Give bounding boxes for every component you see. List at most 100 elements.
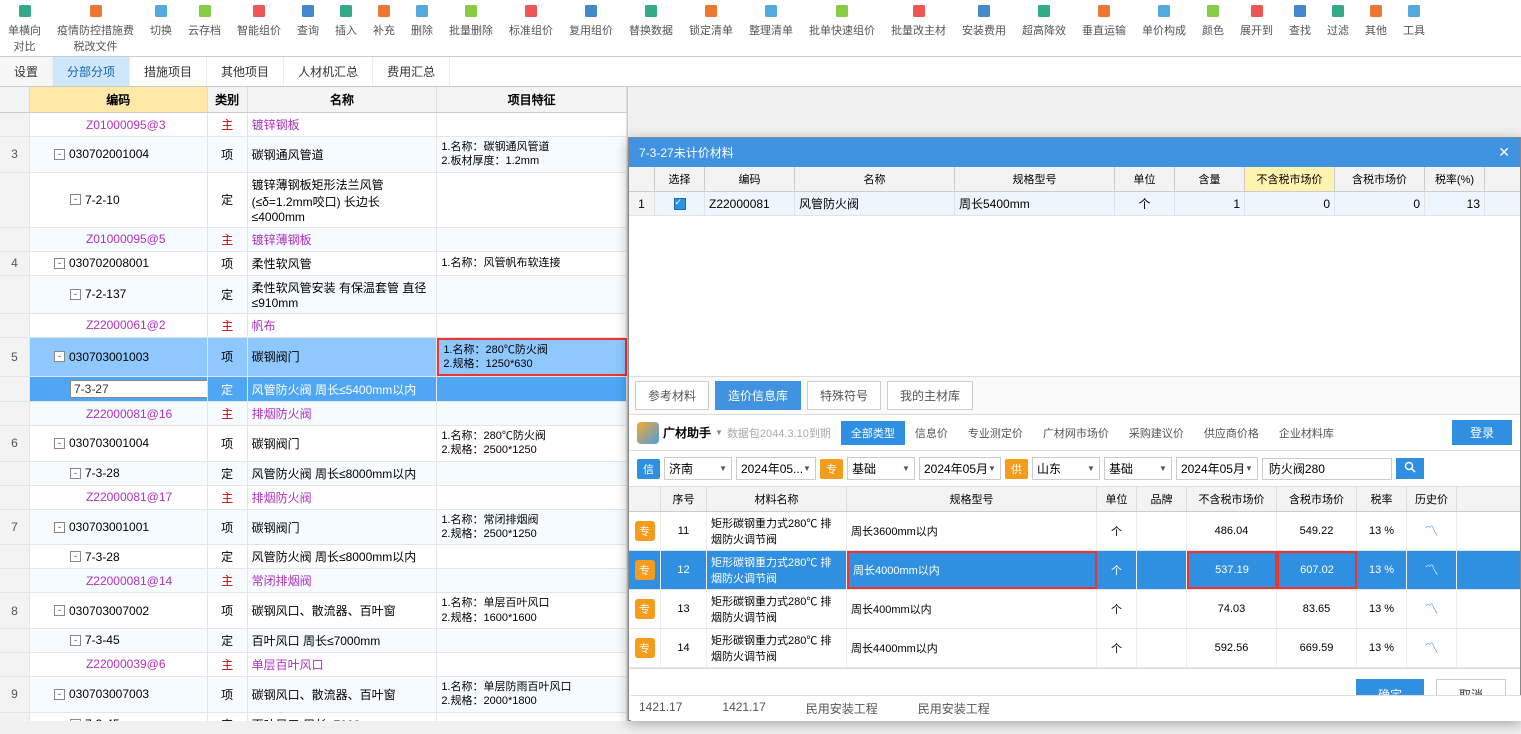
dh-code[interactable]: 编码 [705,167,795,191]
subtab-0[interactable]: 参考材料 [635,381,709,410]
expander-icon[interactable]: - [70,719,81,721]
table-row[interactable]: 8-030703007002项碳钢风口、散流器、百叶窗1.名称：单层百叶风口 2… [0,593,627,629]
helper-tab-5[interactable]: 供应商价格 [1194,421,1269,445]
expander-icon[interactable]: - [70,635,81,646]
table-row[interactable]: -7-3-45定百叶风口 周长≤7000mm [0,629,627,653]
table-row[interactable]: ⋯定风管防火阀 周长≤5400mm以内 [0,377,627,402]
table-row[interactable]: 9-030703007003项碳钢风口、散流器、百叶窗1.名称：单层防雨百叶风口… [0,677,627,713]
city-select[interactable]: 济南▼ [664,457,732,480]
dr-name[interactable]: 风管防火阀 [795,192,955,215]
ribbon-23[interactable]: 查找 [1281,2,1319,54]
search-button[interactable] [1396,458,1424,479]
date3-select[interactable]: 2024年05月▼ [1176,457,1258,480]
dh-qty[interactable]: 含量 [1175,167,1245,191]
date2-select[interactable]: 2024年05月▼ [919,457,1001,480]
ribbon-2[interactable]: 切换 [142,2,180,54]
close-icon[interactable]: ✕ [1498,144,1510,161]
date1-select[interactable]: 2024年05...▼ [736,457,816,480]
table-row[interactable]: Z22000081@14主常闭排烟阀 [0,569,627,593]
expander-icon[interactable]: - [70,551,81,562]
subtab-3[interactable]: 我的主材库 [887,381,973,410]
dh-p2[interactable]: 含税市场价 [1335,167,1425,191]
history-icon[interactable]: 〽 [1407,512,1457,550]
price-row[interactable]: 专14矩形碳钢重力式280℃ 排烟防火调节阀周长4400mm以内个592.566… [629,629,1520,668]
table-row[interactable]: -7-2-137定柔性软风管安装 有保温套管 直径≤910mm [0,276,627,314]
tab-2[interactable]: 其他项目 [207,57,284,86]
ribbon-1[interactable]: 疫情防控措施费税改文件 [49,2,142,54]
dr-check[interactable] [655,192,705,215]
ribbon-21[interactable]: 颜色 [1194,2,1232,54]
ph-brand[interactable]: 品牌 [1137,487,1187,511]
price-row[interactable]: 专11矩形碳钢重力式280℃ 排烟防火调节阀周长3600mm以内个486.045… [629,512,1520,551]
ribbon-8[interactable]: 删除 [403,2,441,54]
dr-tax[interactable]: 13 [1425,192,1485,215]
history-icon[interactable]: 〽 [1407,629,1457,667]
table-row[interactable]: -7-3-45定百叶风口 周长≤7000mm [0,713,627,721]
login-button[interactable]: 登录 [1452,420,1512,445]
subtab-2[interactable]: 特殊符号 [807,381,881,410]
table-row[interactable]: Z22000081@16主排烟防火阀 [0,402,627,426]
col-type[interactable]: 类别 [208,87,248,112]
base2-select[interactable]: 基础▼ [847,457,915,480]
base3-select[interactable]: 基础▼ [1104,457,1172,480]
expander-icon[interactable]: - [54,351,65,362]
table-row[interactable]: Z22000039@6主单层百叶风口 [0,653,627,677]
helper-tab-1[interactable]: 信息价 [905,421,958,445]
ph-spec[interactable]: 规格型号 [847,487,1097,511]
ribbon-3[interactable]: 云存档 [180,2,229,54]
ph-name[interactable]: 材料名称 [707,487,847,511]
expander-icon[interactable]: - [70,289,81,300]
ribbon-13[interactable]: 锁定清单 [681,2,741,54]
ribbon-0[interactable]: 单横向对比 [0,2,49,54]
ribbon-17[interactable]: 安装费用 [954,2,1014,54]
ribbon-6[interactable]: 插入 [327,2,365,54]
tab-0[interactable]: 分部分项 [53,57,130,86]
helper-tab-2[interactable]: 专业测定价 [958,421,1033,445]
helper-tab-6[interactable]: 企业材料库 [1269,421,1344,445]
expander-icon[interactable]: - [70,468,81,479]
ribbon-26[interactable]: 工具 [1395,2,1433,54]
ph-p2[interactable]: 含税市场价 [1277,487,1357,511]
ph-idx[interactable]: 序号 [661,487,707,511]
ribbon-22[interactable]: 展开到 [1232,2,1281,54]
table-row[interactable]: 4-030702008001项柔性软风管1.名称：风管帆布软连接 [0,252,627,276]
ribbon-9[interactable]: 批量删除 [441,2,501,54]
dh-name[interactable]: 名称 [795,167,955,191]
history-icon[interactable]: 〽 [1407,590,1457,628]
ribbon-5[interactable]: 查询 [289,2,327,54]
expander-icon[interactable]: - [54,438,65,449]
table-row[interactable]: -7-3-28定风管防火阀 周长≤8000mm以内 [0,545,627,569]
tab-1[interactable]: 措施项目 [130,57,207,86]
expander-icon[interactable]: - [54,258,65,269]
dr-p2[interactable]: 0 [1335,192,1425,215]
table-row[interactable]: 6-030703001004项碳钢阀门1.名称：280℃防火阀 2.规格：250… [0,426,627,462]
subtab-1[interactable]: 造价信息库 [715,381,801,410]
helper-tab-0[interactable]: 全部类型 [841,421,905,445]
table-row[interactable]: 3-030702001004项碳钢通风管道1.名称：碳钢通风管道 2.板材厚度：… [0,137,627,173]
ribbon-14[interactable]: 整理清单 [741,2,801,54]
dh-p1[interactable]: 不含税市场价 [1245,167,1335,191]
tab-3[interactable]: 人材机汇总 [284,57,373,86]
expander-icon[interactable]: - [54,149,65,160]
expander-icon[interactable]: - [54,605,65,616]
col-name[interactable]: 名称 [248,87,438,112]
ribbon-19[interactable]: 垂直运输 [1074,2,1134,54]
table-row[interactable]: Z22000081@17主排烟防火阀 [0,486,627,510]
ribbon-11[interactable]: 复用组价 [561,2,621,54]
col-code[interactable]: 编码 [30,87,208,112]
dr-spec[interactable]: 周长5400mm [955,192,1115,215]
tab-4[interactable]: 费用汇总 [373,57,450,86]
dh-select[interactable]: 选择 [655,167,705,191]
history-icon[interactable]: 〽 [1407,551,1457,589]
col-feat[interactable]: 项目特征 [437,87,627,112]
table-row[interactable]: -7-3-28定风管防火阀 周长≤8000mm以内 [0,462,627,486]
table-row[interactable]: Z01000095@5主镀锌薄钢板 [0,228,627,252]
expander-icon[interactable]: - [54,522,65,533]
search-input[interactable] [1262,458,1392,480]
ribbon-4[interactable]: 智能组价 [229,2,289,54]
helper-tab-4[interactable]: 采购建议价 [1119,421,1194,445]
ph-unit[interactable]: 单位 [1097,487,1137,511]
table-row[interactable]: Z22000061@2主帆布 [0,314,627,338]
price-row[interactable]: 专13矩形碳钢重力式280℃ 排烟防火调节阀周长400mm以内个74.0383.… [629,590,1520,629]
table-row[interactable]: 5-030703001003项碳钢阀门1.名称：280℃防火阀 2.规格：125… [0,338,627,378]
